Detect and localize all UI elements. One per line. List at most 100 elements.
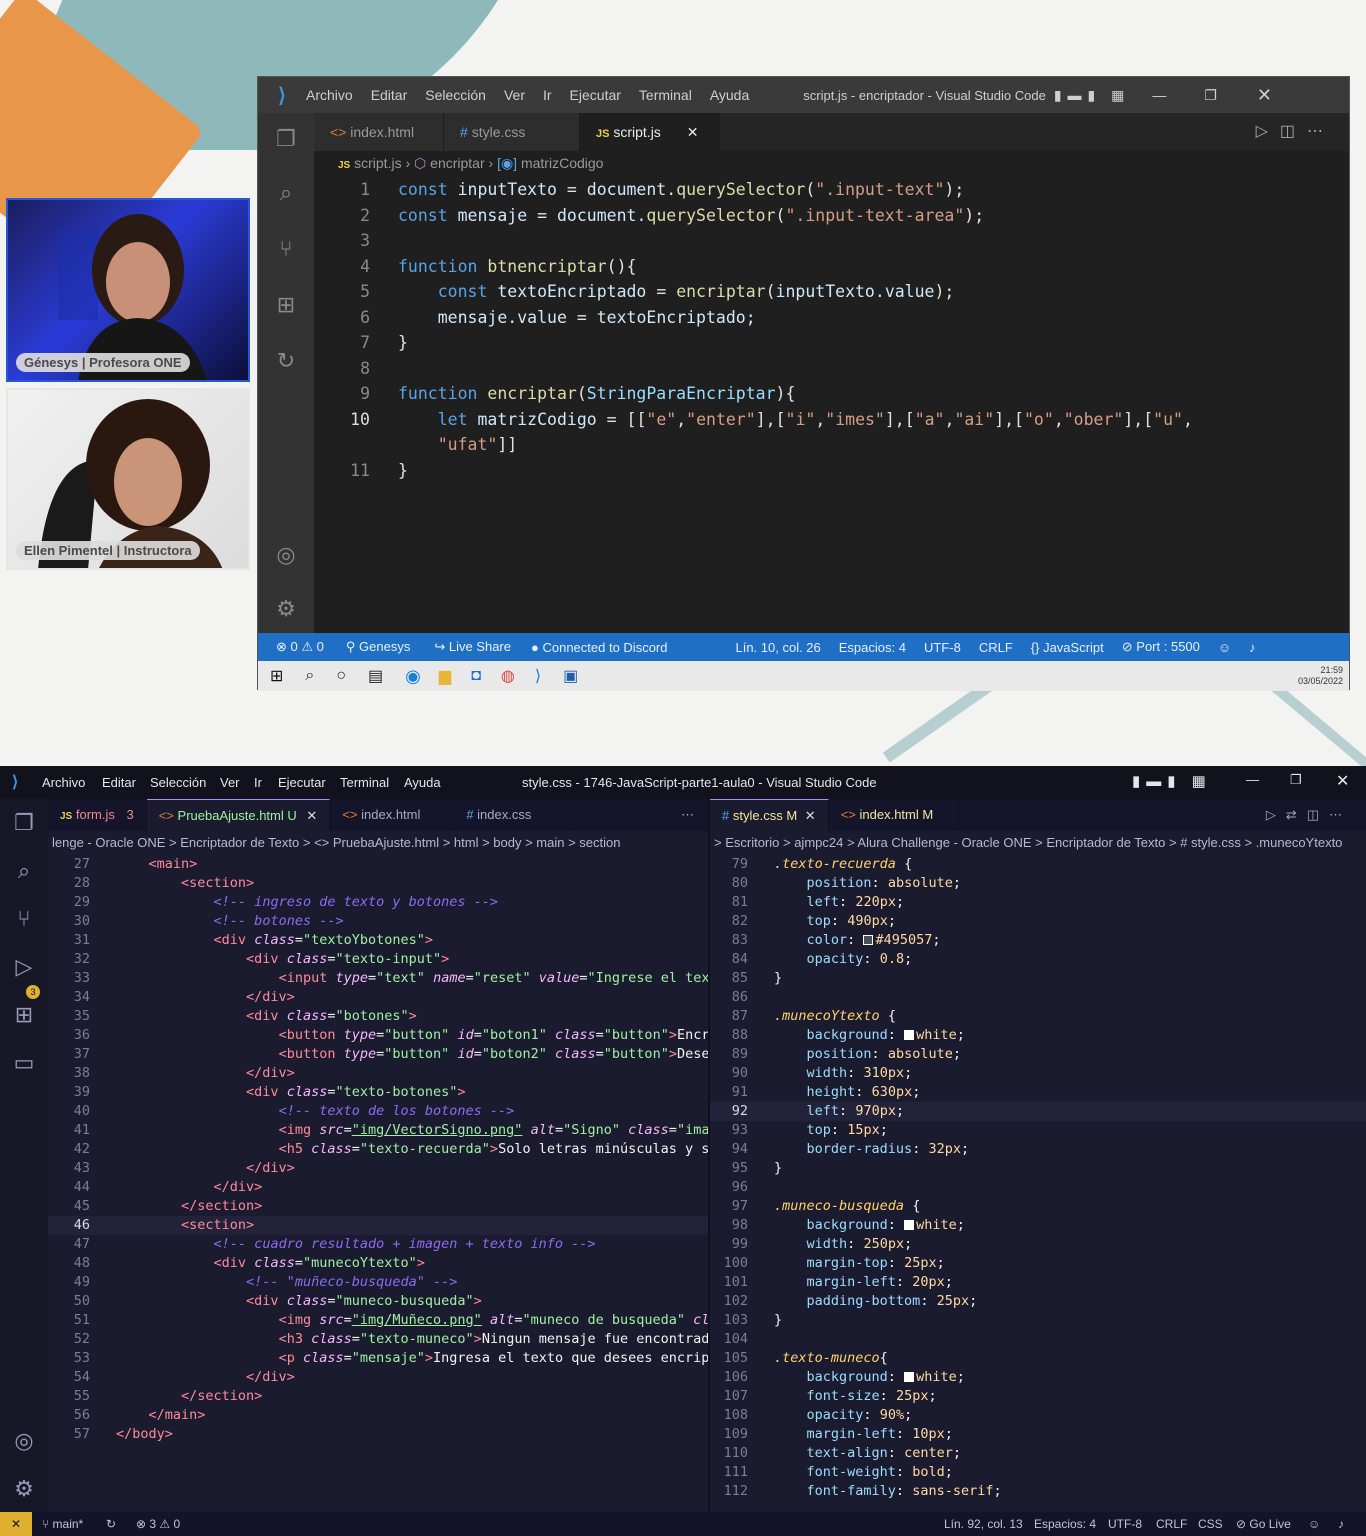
go-live-button[interactable]: ⊘ Go Live (1236, 1517, 1291, 1531)
system-clock[interactable]: 21:59 03/05/2022 (1298, 665, 1349, 687)
menu-archivo[interactable]: Archivo (306, 87, 353, 103)
color-swatch[interactable] (863, 935, 874, 945)
close-icon[interactable]: ✕ (1257, 85, 1272, 106)
indentation[interactable]: Espacios: 4 (839, 640, 906, 655)
close-tab-icon[interactable]: ✕ (687, 124, 699, 140)
color-swatch[interactable] (904, 1030, 915, 1040)
tab-style-css[interactable]: # style.css M ✕ (710, 799, 829, 831)
menu-ver[interactable]: Ver (220, 775, 240, 790)
layout-icons[interactable]: ▮▬▮ ▦ (1054, 87, 1131, 104)
breadcrumb[interactable]: lenge - Oracle ONE > Encriptador de Text… (48, 831, 708, 855)
sync-icon[interactable]: ↻ (106, 1517, 116, 1531)
tab-index-html[interactable]: <> index.html M (829, 799, 959, 831)
bell-icon[interactable]: ♪ (1338, 1517, 1344, 1531)
windows-start-icon[interactable]: ⊞ (270, 666, 283, 686)
edge-icon[interactable]: ◉ (405, 666, 421, 687)
breadcrumb[interactable]: > Escritorio > ajmpc24 > Alura Challenge… (710, 831, 1366, 855)
port-indicator[interactable]: ⊘ Port : 5500 (1122, 639, 1200, 655)
minimize-icon[interactable]: — (1152, 87, 1166, 103)
photos-icon[interactable]: ▣ (563, 666, 578, 686)
problems-indicator[interactable]: ⊗ 3 ⚠ 0 (136, 1517, 180, 1531)
line-ending[interactable]: CRLF (1156, 1517, 1187, 1531)
source-control-icon[interactable]: ⑂ (10, 905, 38, 933)
tab-index-html[interactable]: <> index.html (314, 113, 444, 151)
explorer-icon[interactable]: ❐ (272, 125, 300, 153)
live-share-icon[interactable]: ↻ (272, 347, 300, 375)
menu-ayuda[interactable]: Ayuda (710, 87, 749, 103)
menu-editar[interactable]: Editar (102, 775, 136, 790)
account-icon[interactable]: ◎ (10, 1427, 38, 1455)
restore-icon[interactable]: ❐ (1290, 772, 1302, 788)
search-icon[interactable]: ⌕ (272, 179, 300, 207)
language-mode[interactable]: {} JavaScript (1031, 640, 1104, 655)
indentation[interactable]: Espacios: 4 (1034, 1517, 1096, 1531)
tab-style-css[interactable]: # style.css (444, 113, 580, 151)
menu-ejecutar[interactable]: Ejecutar (278, 775, 326, 790)
code-editor[interactable]: 1 const inputTexto = document.querySelect… (314, 177, 1329, 483)
menu-editar[interactable]: Editar (371, 87, 408, 103)
layout-toggle-icons[interactable]: ▮▬▮ ▦ (1132, 772, 1212, 790)
run-debug-icon[interactable]: ▷ (10, 953, 38, 981)
color-swatch[interactable] (904, 1372, 915, 1382)
editor-actions[interactable]: ▷⇄◫⋯ (959, 799, 1366, 831)
minimize-icon[interactable]: — (1246, 772, 1259, 787)
folder-icon[interactable]: ▆ (439, 666, 451, 686)
search-icon[interactable]: ⌕ (10, 857, 38, 885)
editor-actions[interactable]: ▷◫⋯ (1256, 113, 1349, 151)
breadcrumb-function[interactable]: encriptar (430, 155, 484, 171)
line-ending[interactable]: CRLF (979, 640, 1013, 655)
menu-terminal[interactable]: Terminal (639, 87, 692, 103)
tab-form-js[interactable]: JS form.js 3 (48, 799, 147, 831)
discord-status[interactable]: ● Connected to Discord (531, 640, 667, 655)
menu-ir[interactable]: Ir (543, 87, 552, 103)
store-icon[interactable]: ◘ (471, 667, 481, 685)
tab-index-css[interactable]: # index.css (454, 799, 575, 831)
feedback-icon[interactable]: ☺ (1308, 1517, 1320, 1531)
source-control-icon[interactable]: ⑂ (272, 235, 300, 263)
close-tab-icon[interactable]: ✕ (306, 808, 317, 823)
cursor-position[interactable]: Lín. 10, col. 26 (735, 640, 820, 655)
search-icon[interactable]: ⌕ (305, 667, 314, 685)
menu-ayuda[interactable]: Ayuda (404, 775, 441, 790)
tab-script-js[interactable]: JS script.js ✕ (580, 113, 720, 151)
extensions-icon[interactable]: ⊞ (10, 1001, 38, 1029)
close-tab-icon[interactable]: ✕ (805, 808, 816, 823)
menu-seleccion[interactable]: Selección (425, 87, 486, 103)
menu-archivo[interactable]: Archivo (42, 775, 85, 790)
live-share-status[interactable]: ↪ Live Share (434, 639, 511, 655)
branch-indicator[interactable]: ⚲ Genesys (346, 639, 410, 655)
vscode-taskbar-icon[interactable]: ⟩ (535, 666, 541, 686)
code-editor-css[interactable]: 79 .texto-recuerda { 80 position: absolut… (710, 855, 1366, 1501)
account-icon[interactable]: ◎ (272, 541, 300, 569)
problems-indicator[interactable]: ⊗ 0 ⚠ 0 (276, 639, 324, 655)
more-actions-icon[interactable]: ⋯ (574, 799, 708, 831)
remote-indicator[interactable]: ✕ (0, 1512, 32, 1536)
settings-gear-icon[interactable]: ⚙ (10, 1475, 38, 1503)
explorer-icon[interactable]: ❐ (10, 809, 38, 837)
restore-icon[interactable]: ❐ (1204, 87, 1217, 104)
cortana-icon[interactable]: ○ (336, 667, 346, 685)
bell-icon[interactable]: ♪ (1249, 640, 1256, 655)
task-view-icon[interactable]: ▤ (368, 666, 383, 686)
remote-explorer-icon[interactable]: ▭ (10, 1049, 38, 1077)
menu-terminal[interactable]: Terminal (340, 775, 389, 790)
menu-ver[interactable]: Ver (504, 87, 525, 103)
tab-pruebaajuste-html[interactable]: <> PruebaAjuste.html U ✕ (146, 799, 331, 831)
menu-ir[interactable]: Ir (254, 775, 262, 790)
menu-ejecutar[interactable]: Ejecutar (570, 87, 621, 103)
chrome-icon[interactable]: ◍ (501, 666, 515, 686)
cursor-position[interactable]: Lín. 92, col. 13 (944, 1517, 1023, 1531)
menu-seleccion[interactable]: Selección (150, 775, 206, 790)
feedback-icon[interactable]: ☺ (1218, 640, 1231, 655)
close-icon[interactable]: ✕ (1336, 771, 1349, 791)
encoding[interactable]: UTF-8 (1108, 1517, 1142, 1531)
encoding[interactable]: UTF-8 (924, 640, 961, 655)
branch-indicator[interactable]: ⑂ main* (42, 1517, 83, 1531)
breadcrumb-variable[interactable]: matrizCodigo (521, 155, 603, 171)
breadcrumb-file[interactable]: script.js (354, 155, 401, 171)
color-swatch[interactable] (904, 1220, 915, 1230)
code-editor-html[interactable]: 27 <main> 28 <section> 29 <!-- ingreso d… (48, 855, 708, 1444)
language-mode[interactable]: CSS (1198, 1517, 1223, 1531)
tab-index-html[interactable]: <> index.html (330, 799, 455, 831)
settings-gear-icon[interactable]: ⚙ (272, 595, 300, 623)
